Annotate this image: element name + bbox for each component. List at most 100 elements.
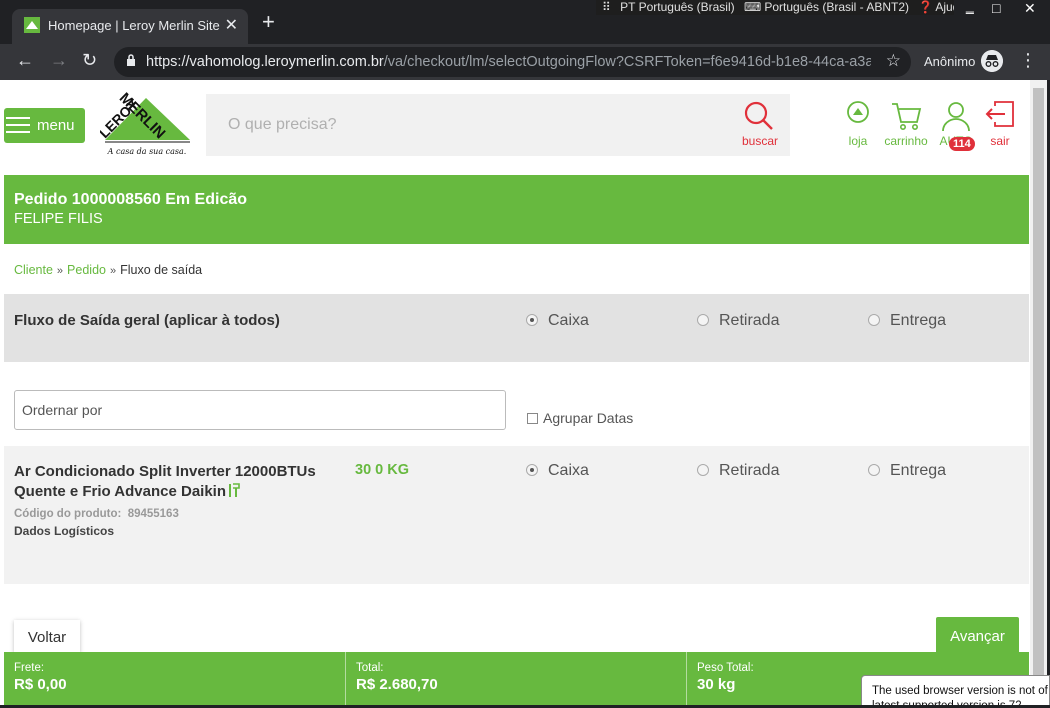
url-text: https://vahomolog.leroymerlin.com.br/va/… <box>146 54 871 70</box>
logout-button[interactable]: sair <box>983 100 1017 150</box>
search-bar: O que precisa? buscar <box>206 94 790 156</box>
group-dates-checkbox[interactable]: Agrupar Datas <box>527 410 633 426</box>
page-scrollbar[interactable] <box>1030 80 1047 705</box>
language-item[interactable]: PT Português (Brasil) <box>620 0 735 14</box>
reload-icon[interactable]: ↻ <box>82 50 97 71</box>
tools-icon[interactable] <box>226 483 240 498</box>
radio-label: Entrega <box>890 312 947 329</box>
bookmark-star-icon[interactable]: ☆ <box>886 51 901 71</box>
keyboard-icon: ⌨ <box>743 0 762 14</box>
order-banner: Pedido 1000008560 Em Edicão FELIPE FILIS <box>4 175 1029 244</box>
total-weight-value: 30 kg <box>697 676 736 693</box>
search-input[interactable]: O que precisa? <box>228 116 337 134</box>
browser-toolbar: ← → ↻ https://vahomolog.leroymerlin.com.… <box>0 44 1050 80</box>
cart-icon <box>892 103 922 130</box>
product-row: Ar Condicionado Split Inverter 12000BTUs… <box>4 446 1029 584</box>
search-icon <box>744 101 773 130</box>
checkbox-icon <box>527 413 538 424</box>
browser-tab[interactable]: Homepage | Leroy Merlin Site ✕ <box>12 9 248 44</box>
general-flow-option-caixa[interactable]: Caixa <box>526 312 589 330</box>
close-tab-icon[interactable]: ✕ <box>225 15 238 35</box>
forward-arrow-icon[interactable]: → <box>50 50 68 71</box>
general-flow-row: Fluxo de Saída geral (aplicar à todos) C… <box>4 294 1029 362</box>
total-weight-label: Peso Total: <box>697 662 754 674</box>
radio-icon <box>697 314 709 326</box>
user-icon <box>942 102 970 132</box>
help-icon: ❓ <box>918 0 934 14</box>
logout-label: sair <box>990 134 1010 148</box>
freight-cell: Frete: R$ 0,00 <box>4 652 346 705</box>
product-name-line2: Quente e Frio Advance Daikin <box>14 483 226 500</box>
radio-label: Retirada <box>719 462 780 479</box>
breadcrumb-current: Fluxo de saída <box>120 263 203 277</box>
freight-value: R$ 0,00 <box>14 676 67 693</box>
back-button[interactable]: Voltar <box>14 620 80 653</box>
tab-strip: Homepage | Leroy Merlin Site ✕ + ⠿ PT Po… <box>0 0 1050 44</box>
general-flow-option-entrega[interactable]: Entrega <box>868 312 946 330</box>
maximize-icon[interactable]: □ <box>992 0 1000 16</box>
search-button-label: buscar <box>742 134 779 148</box>
radio-label: Retirada <box>719 312 780 329</box>
keyboard-dots-icon: ⠿ <box>602 0 611 14</box>
breadcrumb-separator-icon: » <box>109 265 117 277</box>
profile-label[interactable]: Anônimo <box>924 54 975 69</box>
cart-label: carrinho <box>884 134 928 148</box>
radio-icon <box>868 464 880 476</box>
tab-title: Homepage | Leroy Merlin Site <box>48 18 220 33</box>
breadcrumb-client[interactable]: Cliente <box>14 263 53 277</box>
incognito-profile-icon[interactable] <box>981 50 1003 72</box>
search-button[interactable]: buscar <box>740 100 782 150</box>
keyboard-layout-item[interactable]: Português (Brasil - ABNT2) <box>764 0 909 14</box>
cart-button[interactable]: carrinho <box>883 100 929 150</box>
radio-icon <box>697 464 709 476</box>
language-bar: ⠿ PT Português (Brasil) ⌨ Português (Bras… <box>596 0 966 15</box>
product-flow-option-entrega[interactable]: Entrega <box>868 462 946 480</box>
radio-label: Entrega <box>890 462 947 479</box>
address-bar[interactable]: https://vahomolog.leroymerlin.com.br/va/… <box>114 47 911 77</box>
menu-label: menu <box>37 117 75 134</box>
logistics-data-link[interactable]: Dados Logísticos <box>14 524 114 538</box>
store-button[interactable]: loja <box>843 100 873 150</box>
general-flow-title: Fluxo de Saída geral (aplicar à todos) <box>14 312 280 329</box>
total-value: R$ 2.680,70 <box>356 676 438 693</box>
lock-icon <box>127 54 135 66</box>
leroy-merlin-favicon-icon <box>24 17 40 33</box>
close-window-icon[interactable]: ✕ <box>1024 0 1036 17</box>
browser-menu-icon[interactable]: ⋮ <box>1019 50 1037 71</box>
store-label: loja <box>848 134 868 148</box>
product-flow-option-caixa[interactable]: Caixa <box>526 462 589 480</box>
warning-line1: The used browser version is not of <box>872 685 1048 697</box>
order-by-placeholder: Ordernar por <box>22 402 103 418</box>
url-path: /va/checkout/lm/selectOutgoingFlow?CSRFT… <box>383 54 871 70</box>
total-label: Total: <box>356 662 384 674</box>
product-weight: 30 0 KG <box>355 462 409 478</box>
notification-badge: 114 <box>949 137 975 151</box>
product-code-label: Código do produto: <box>14 508 122 520</box>
scrollbar-thumb[interactable] <box>1033 88 1044 688</box>
total-cell: Total: R$ 2.680,70 <box>346 652 687 705</box>
product-name: Ar Condicionado Split Inverter 12000BTUs… <box>14 462 354 502</box>
product-code-value: 89455163 <box>127 508 179 520</box>
leroy-merlin-logo[interactable]: MERLIN LEROY A casa da sua casa. <box>100 92 200 162</box>
logout-icon <box>985 101 1014 127</box>
new-tab-icon[interactable]: + <box>262 11 275 33</box>
radio-label: Caixa <box>548 312 589 329</box>
radio-icon <box>868 314 880 326</box>
radio-selected-icon <box>526 314 538 326</box>
minimize-icon[interactable]: ‗ <box>966 0 974 14</box>
customer-name: FELIPE FILIS <box>14 211 103 227</box>
next-button[interactable]: Avançar <box>936 617 1019 653</box>
window-controls: ‗ □ ✕ <box>954 0 1050 18</box>
breadcrumb-separator-icon: » <box>56 265 64 277</box>
menu-button[interactable]: menu <box>4 108 85 143</box>
product-name-line1: Ar Condicionado Split Inverter 12000BTUs <box>14 463 316 480</box>
product-flow-option-retirada[interactable]: Retirada <box>697 462 779 480</box>
hamburger-icon <box>6 117 30 133</box>
order-by-input[interactable]: Ordernar por <box>14 390 506 430</box>
breadcrumb-order[interactable]: Pedido <box>67 263 106 277</box>
order-title: Pedido 1000008560 Em Edicão <box>14 191 248 208</box>
svg-text:A casa da sua casa.: A casa da sua casa. <box>107 147 187 156</box>
group-dates-label: Agrupar Datas <box>543 410 634 426</box>
back-arrow-icon[interactable]: ← <box>16 50 34 71</box>
general-flow-option-retirada[interactable]: Retirada <box>697 312 779 330</box>
